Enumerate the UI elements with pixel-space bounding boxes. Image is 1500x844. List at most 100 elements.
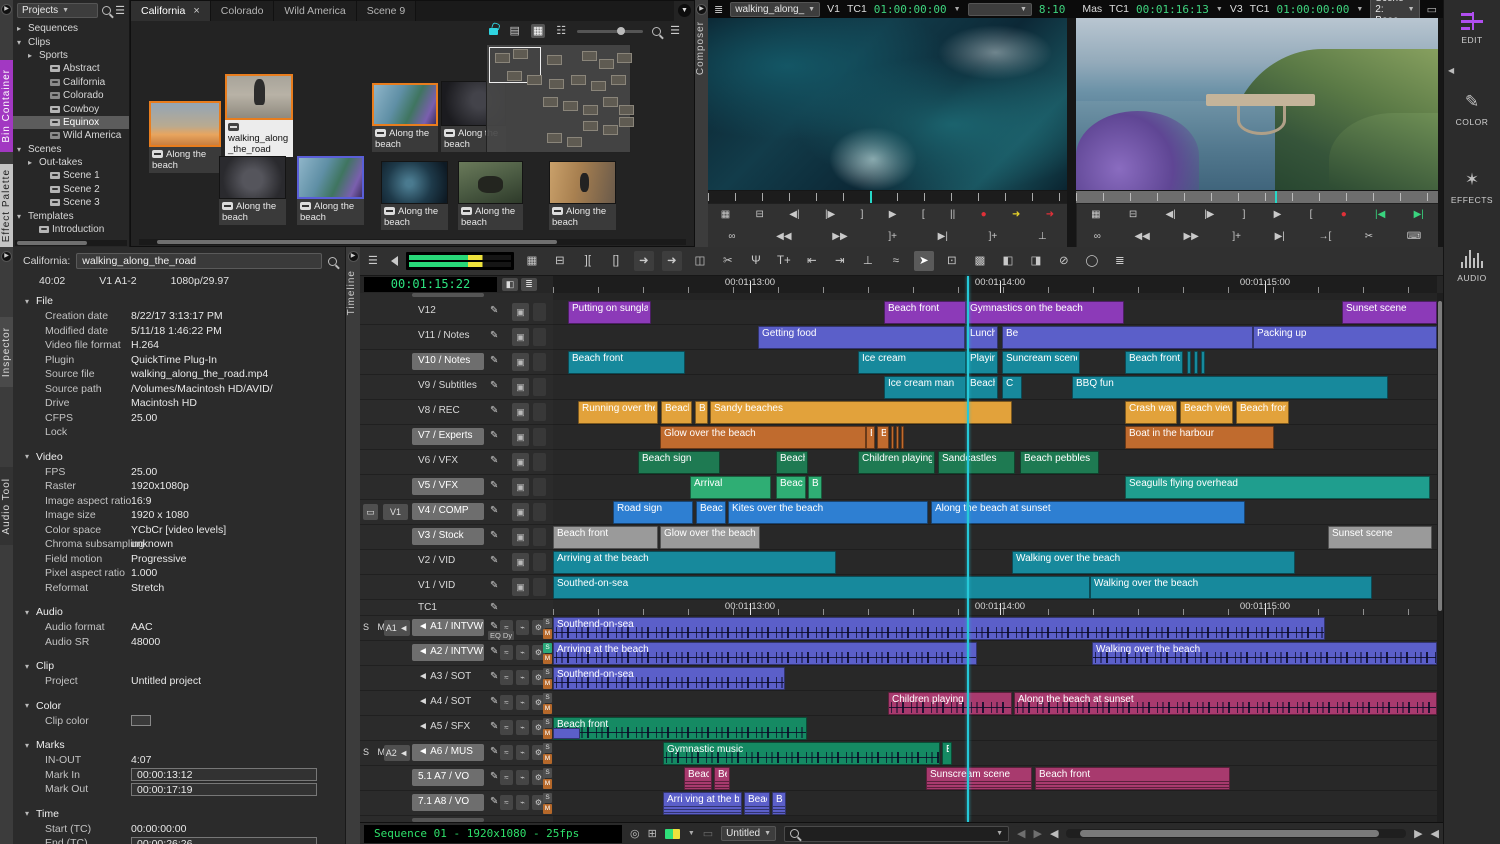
sidebar-item-out-takes[interactable]: ▸Out-takes [13,156,129,169]
timeline-clip-sliver[interactable] [1187,351,1191,374]
source-monitor[interactable] [708,18,1067,190]
pencil-icon[interactable]: ✎ [490,696,498,707]
pencil-icon[interactable]: ✎ [490,602,498,613]
solo-button[interactable]: S [543,768,552,778]
track-monitor-icon[interactable]: ▣ [512,328,529,346]
link-icon[interactable]: ∞ [728,231,735,243]
automation-icon[interactable]: ⌁ [516,620,529,635]
track-name-v10[interactable]: V10 / Notes [412,353,484,370]
mark-clip-icon[interactable]: ⊟ [1129,209,1137,221]
timeline-clip-along-the-beach-at-sunset[interactable]: Along the beach at sunset [931,501,1245,524]
track-monitor-icon[interactable]: ▣ [512,378,529,396]
bin-clip[interactable]: Along the beach [458,161,523,204]
mark-in-icon[interactable]: [ [922,209,925,221]
mute-button[interactable]: M [543,729,552,739]
pencil-icon[interactable]: ✎ [490,330,498,341]
solo-button[interactable]: S [543,743,552,753]
pencil-icon[interactable]: ✎ [490,455,498,466]
source-empty-selector[interactable]: ▼ [968,3,1032,16]
timeline-clip-beach-front[interactable]: Beach front [884,301,966,324]
rewind-icon[interactable]: ◀◀ [1134,231,1149,243]
sidebar-item-scene-1[interactable]: Scene 1 [13,169,129,182]
track-name-a5[interactable]: ◄ A5 / SFX [412,719,484,736]
timeline-clip-walking-over-the-beach[interactable]: Walking over the beach [1090,576,1372,599]
insert-segment-icon[interactable]: ⊡ [942,251,962,271]
go-prev-edit-icon[interactable]: |◀ [1375,209,1385,221]
pencil-icon[interactable]: ✎ [490,580,498,591]
timeline-clip-suncream-scene[interactable]: Suncream scene [1002,351,1080,374]
record-icon[interactable]: ◯ [1082,251,1102,271]
mute-button[interactable]: M [543,654,552,664]
timeline-clip-be[interactable]: Be [1002,326,1253,349]
timeline-clip-children-playing[interactable]: Children playing [858,451,935,474]
timeline-horizontal-scrollbar[interactable] [1066,829,1406,838]
automation-icon[interactable]: ⌁ [516,720,529,735]
overwrite-icon[interactable]: ➜ [1046,209,1054,221]
splice-in-icon[interactable]: ➜ [634,251,654,271]
record-monitor[interactable] [1076,18,1438,190]
collapse-rail-icon[interactable]: ◀ [1448,66,1454,75]
clip-color-swatch[interactable] [131,715,151,726]
match-frame-icon[interactable]: ⊥ [858,251,878,271]
projects-scrollbar[interactable] [15,240,127,246]
timeline-clip-beach-front[interactable]: Beach front [568,351,685,374]
automation-icon[interactable]: ⌁ [516,695,529,710]
tc1-ruler[interactable]: 00:01:13:0000:01:14:0000:01:15:00 [553,600,1437,616]
timeline-clip-beach[interactable]: Beach [966,376,998,399]
track-lane-v8[interactable]: Running over the sBeachBeSandy beachesCr… [553,400,1437,425]
timeline-clip-beach-front[interactable]: Beach front [1236,401,1289,424]
preset-selector[interactable]: Untitled ▼ [721,826,776,841]
timeline-clip-sliver[interactable] [901,426,904,449]
timeline-clip-beach-front[interactable]: Beach front [553,717,807,740]
step-backward-icon[interactable]: ◀| [1166,209,1176,221]
sidebar-item-templates[interactable]: ▾Templates [13,209,129,222]
track-lane-v9[interactable]: Ice cream manBeachCBBQ fun [553,375,1437,400]
track-monitor-box[interactable]: ▭ [363,504,378,520]
waveform-icon[interactable]: ≈ [500,745,513,760]
track-monitor-icon[interactable]: ▣ [512,453,529,471]
pencil-icon[interactable]: ✎ [490,530,498,541]
extend-icon[interactable]: →[ [1318,231,1331,243]
track-lane-v1[interactable]: Southed-on-seaWalking over the beach [553,575,1437,600]
timeline-clip-seagulls-flying-overhead[interactable]: Seagulls flying overhead [1125,476,1430,499]
clip-menu-icon[interactable]: ≣ [714,3,723,16]
timeline-clip-sunset-scene[interactable]: Sunset scene [1328,526,1432,549]
automation-icon[interactable]: ⌁ [516,745,529,760]
sidebar-item-colorado[interactable]: Colorado [13,89,129,102]
timeline-clip-beach-front[interactable]: Beach front [553,526,658,549]
solo-button[interactable]: S [543,618,552,628]
fast-forward-icon[interactable]: ▶▶ [832,231,847,243]
track-record-icon[interactable] [533,553,546,571]
sidebar-item-equinox[interactable]: Equinox [13,116,129,129]
sidebar-item-wild-america[interactable]: Wild America [13,129,129,142]
timeline-clip-sliver[interactable] [896,426,899,449]
track-record-icon[interactable] [533,503,546,521]
timeline-clip-getting-food[interactable]: Getting food [758,326,965,349]
track-monitor-icon[interactable]: ▣ [512,403,529,421]
layout-icon[interactable]: ⊞ [648,827,657,840]
timeline-clip-beach-front[interactable]: Beach front [1125,351,1183,374]
master-timecode[interactable]: 00:01:15:22 [364,277,497,292]
timeline-clip-lunch[interactable]: Lunch [966,326,998,349]
section-header-marks[interactable]: ▾Marks [13,737,345,753]
timeline-clip-be[interactable]: Be [877,426,889,449]
render-icon[interactable]: ≣ [1110,251,1130,271]
source-position-bar[interactable] [708,191,1067,203]
track-lane-a7[interactable]: BeacBeSunscream sceneBeach front [553,766,1437,791]
solo-button[interactable]: S [543,668,552,678]
waveform-icon[interactable]: ≈ [500,645,513,660]
timeline-clip-crash-wave[interactable]: Crash wave [1125,401,1177,424]
bin-clip[interactable]: Along the beach [549,161,616,204]
timeline-clip-sunset-scene[interactable]: Sunset scene [1342,301,1437,324]
timeline-clip-arriving-at-the-beach[interactable]: Arriving at the beach [553,551,836,574]
record-dot-icon[interactable]: ● [981,209,987,221]
track-name-a8[interactable]: 7.1 A8 / VO [412,794,484,811]
track-lane-a8[interactable]: Arri ving at the beBeacBe [553,791,1437,816]
track-name-a4[interactable]: ◄ A4 / SOT [412,694,484,711]
bin-tab-wild-america[interactable]: Wild America [274,1,356,21]
track-record-icon[interactable] [533,303,546,321]
timeline-clip-beach-sign[interactable]: Beach sign [638,451,720,474]
mute-button[interactable]: M [543,754,552,764]
mark-out-icon[interactable]: ] [861,209,864,221]
timeline-clip-beac[interactable]: Beac [744,792,770,815]
